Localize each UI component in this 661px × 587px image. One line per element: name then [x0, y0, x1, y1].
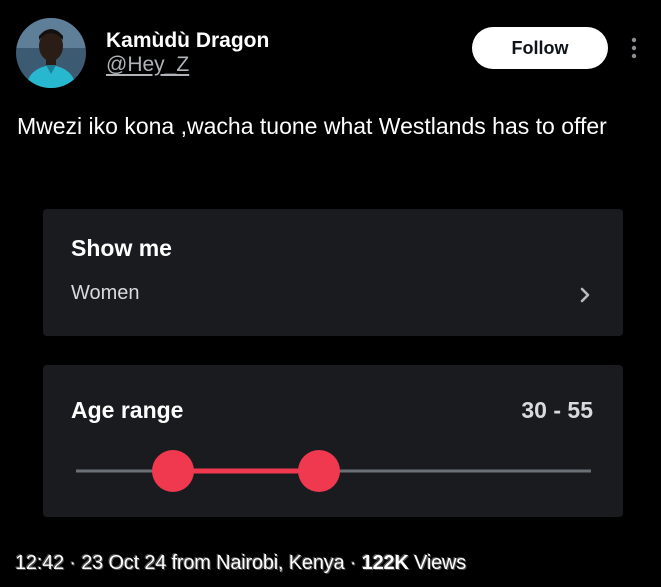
meta-separator: · — [69, 552, 76, 574]
tweet-text: Mwezi iko kona ,wacha tuone what Westlan… — [17, 113, 607, 139]
slider-min-handle — [152, 450, 194, 492]
tweet-screenshot: Kamùdù Dragon @Hey_Z Follow Mwezi iko ko… — [0, 0, 661, 587]
views-label: Views — [414, 552, 467, 574]
more-vertical-icon[interactable] — [630, 36, 638, 60]
show-me-value: Women — [71, 282, 140, 304]
show-me-title: Show me — [71, 235, 172, 261]
meta-separator: · — [349, 552, 357, 574]
tweet-location: from Nairobi, Kenya — [171, 552, 345, 574]
show-me-card[interactable]: Show me Women — [43, 209, 623, 336]
author-display-name[interactable]: Kamùdù Dragon — [106, 29, 269, 53]
age-range-title: Age range — [71, 397, 184, 423]
slider-max-handle — [298, 450, 340, 492]
avatar-image — [16, 18, 86, 88]
avatar[interactable] — [16, 18, 86, 88]
age-range-card: Age range 30 - 55 — [43, 365, 623, 517]
age-range-value: 30 - 55 — [521, 397, 593, 423]
follow-button[interactable]: Follow — [472, 27, 608, 69]
tweet-date[interactable]: 23 Oct 24 — [81, 552, 166, 574]
chevron-right-icon — [579, 286, 591, 304]
age-range-slider[interactable] — [76, 449, 591, 493]
tweet-time[interactable]: 12:42 — [15, 552, 64, 574]
author-handle[interactable]: @Hey_Z — [106, 53, 189, 77]
tweet-meta: 12:42 · 23 Oct 24 from Nairobi, Kenya · … — [15, 552, 466, 575]
views-count[interactable]: 122K — [362, 552, 409, 574]
